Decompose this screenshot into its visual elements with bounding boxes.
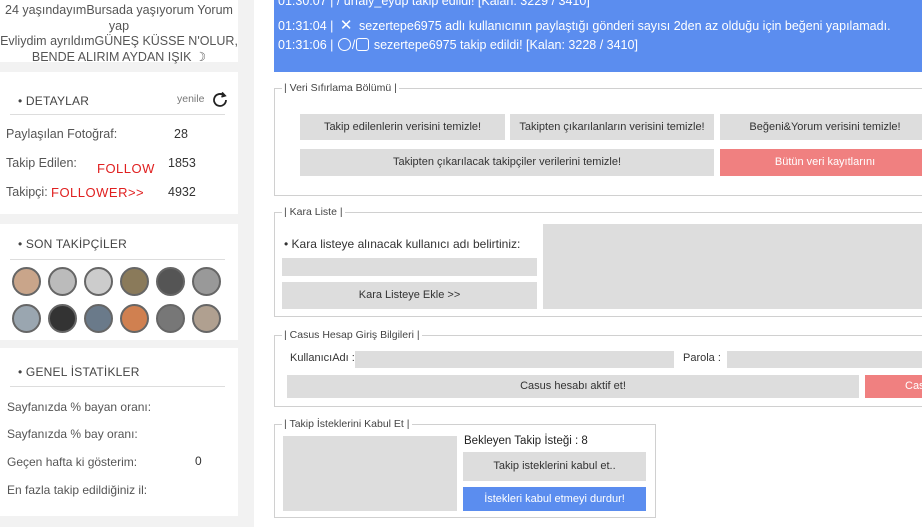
moon-emoji-icon: ☽ (194, 49, 207, 64)
log-line-2: 01:31:06 | / sezertepe6975 takip edildi!… (278, 38, 638, 52)
reset-legend: | Veri Sıfırlama Bölümü | (282, 82, 399, 94)
follower-avatar[interactable] (192, 267, 221, 296)
cross-icon: ✕ (339, 17, 353, 34)
follower-avatar[interactable] (84, 267, 113, 296)
last-week-value: 0 (195, 454, 202, 468)
sidebar: 24 yaşındayımBursada yaşıyorum Yorum yap… (0, 0, 238, 527)
stop-accepting-button[interactable]: İstekleri kabul etmeyi durdur! (463, 487, 646, 511)
user-icon (337, 38, 351, 51)
profile-bio: 24 yaşındayımBursada yaşıyorum Yorum yap… (0, 0, 238, 64)
blacklist-prompt: • Kara listeye alınacak kullanıcı adı be… (284, 237, 521, 251)
spy-account-legend: | Casus Hesap Giriş Bilgileri | (282, 329, 422, 341)
details-card: • DETAYLAR yenile Paylaşılan Fotoğraf: 2… (0, 72, 238, 214)
photos-value: 28 (174, 127, 188, 141)
reset-section (274, 88, 922, 196)
clear-to-unfollow-button[interactable]: Takipten çıkarılacak takipçiler verileri… (300, 149, 714, 176)
details-divider (10, 114, 225, 115)
follower-avatar[interactable] (156, 304, 185, 333)
log-line-0: 01:30:07 | / urfaly_eyup takip edildi! [… (278, 0, 590, 8)
refresh-label[interactable]: yenile (177, 93, 204, 105)
stats-divider (10, 386, 225, 387)
follow-requests-legend: | Takip İsteklerini Kabul Et | (282, 418, 412, 430)
spy-password-label: Parola : (683, 352, 721, 364)
followers-label: Takipçi: (6, 185, 48, 199)
activate-spy-account-button[interactable]: Casus hesabı aktif et! (287, 375, 859, 398)
follower-avatar[interactable] (120, 304, 149, 333)
bio-line-3: BENDE ALIRIM AYDAN IŞIK ☽ (31, 49, 207, 64)
follower-avatar[interactable] (156, 267, 185, 296)
last-week-label: Geçen hafta ki gösterim: (7, 455, 138, 469)
follower-tag: FOLLOWER>> (51, 185, 145, 200)
follower-avatar[interactable] (48, 304, 77, 333)
spy-username-input[interactable] (355, 351, 674, 368)
follower-avatar[interactable] (84, 304, 113, 333)
instagram-icon (356, 38, 370, 51)
blacklist-list[interactable] (543, 224, 922, 309)
refresh-icon[interactable] (209, 89, 231, 111)
most-followed-city-label: En fazla takip edildiğiniz il: (7, 483, 148, 497)
main-panel: 01:30:07 | / urfaly_eyup takip edildi! [… (254, 0, 922, 527)
add-to-blacklist-button[interactable]: Kara Listeye Ekle >> (282, 282, 537, 309)
spy-password-input[interactable] (727, 351, 922, 368)
follow-requests-preview (283, 436, 457, 511)
stats-card: • GENEL İSTATİKLER Sayfanızda % bayan or… (0, 348, 238, 516)
clear-unfollowed-button[interactable]: Takipten çıkarılanların verisini temizle… (510, 114, 714, 140)
clear-likes-comments-button[interactable]: Beğeni&Yorum verisini temizle! (720, 114, 922, 140)
details-title: • DETAYLAR (18, 94, 90, 108)
photos-label: Paylaşılan Fotoğraf: (6, 127, 118, 141)
follower-avatar[interactable] (120, 267, 149, 296)
follow-tag: FOLLOW (97, 161, 155, 176)
bio-line-2: Evliydim ayrıldımGÜNEŞ KÜSSE N'OLUR, (0, 34, 238, 48)
blacklist-legend: | Kara Liste | (282, 206, 345, 218)
female-ratio-label: Sayfanızda % bayan oranı: (7, 400, 152, 414)
follower-avatar[interactable] (12, 304, 41, 333)
follower-avatar[interactable] (12, 267, 41, 296)
blacklist-username-input[interactable] (282, 258, 537, 276)
recent-followers-card: • SON TAKİPÇİLER (0, 224, 238, 340)
sidebar-gap (238, 0, 254, 527)
activity-log: 01:30:07 | / urfaly_eyup takip edildi! [… (274, 0, 922, 72)
following-label: Takip Edilen: (6, 156, 77, 170)
recent-followers-divider (10, 259, 225, 260)
following-value: 1853 (168, 156, 196, 170)
pending-requests-label: Bekleyen Takip İsteği : 8 (464, 435, 588, 447)
follower-avatar[interactable] (48, 267, 77, 296)
log-line-1: 01:31:04 | ✕ sezertepe6975 adlı kullanıc… (278, 17, 891, 34)
stats-title: • GENEL İSTATİKLER (18, 365, 140, 379)
spy-username-label: KullanıcıAdı : (290, 352, 355, 364)
clear-all-data-button[interactable]: Bütün veri kayıtlarını (720, 149, 922, 176)
accept-requests-button[interactable]: Takip isteklerini kabul et.. (463, 452, 646, 481)
recent-followers-title: • SON TAKİPÇİLER (18, 237, 127, 251)
followers-value: 4932 (168, 185, 196, 199)
male-ratio-label: Sayfanızda % bay oranı: (7, 427, 138, 441)
spy-red-button[interactable]: Cas (865, 375, 922, 398)
clear-following-button[interactable]: Takip edilenlerin verisini temizle! (300, 114, 505, 140)
follower-avatar[interactable] (192, 304, 221, 333)
bio-line-1: 24 yaşındayımBursada yaşıyorum Yorum yap (5, 3, 233, 33)
